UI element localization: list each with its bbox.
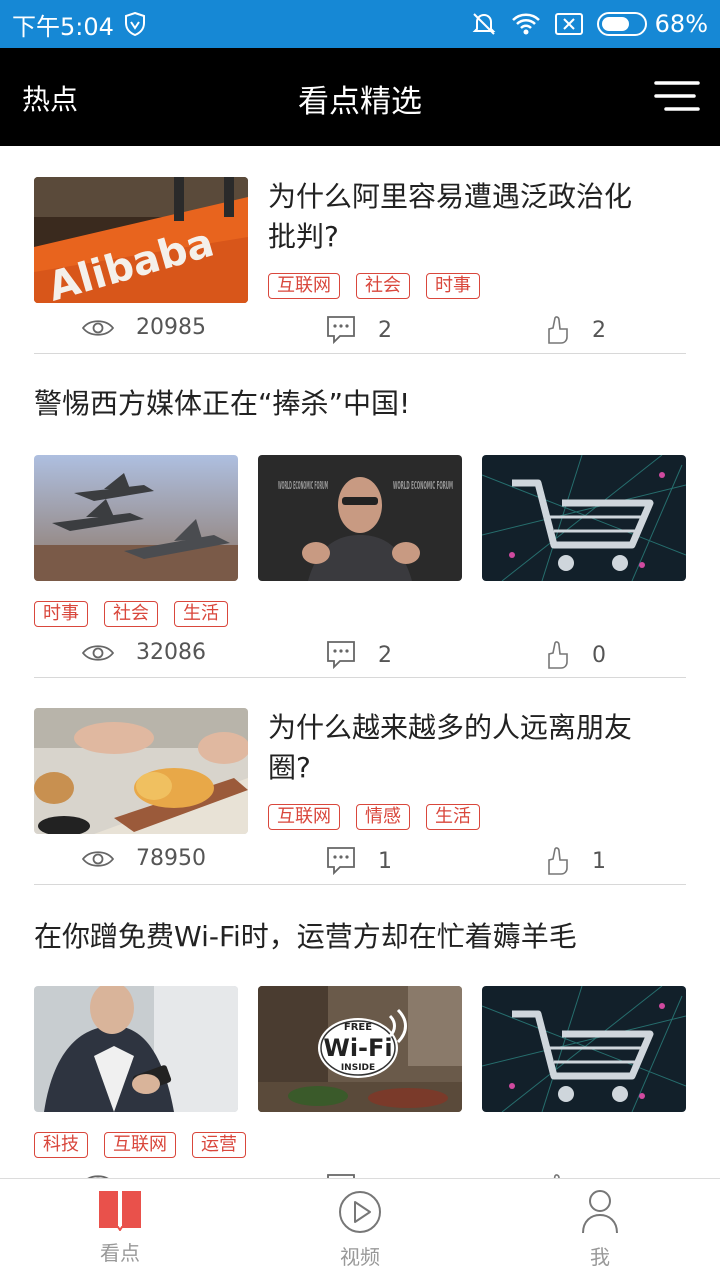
article-thumbnail[interactable] [482,455,686,581]
tag[interactable]: 运营 [192,1132,246,1158]
play-icon [339,1191,381,1233]
wifi-icon [511,13,540,35]
comment-count[interactable]: 2 [326,315,392,345]
article-stats: 32086 2 0 [34,640,686,670]
battery-percent: 68% [654,10,708,38]
divider [34,677,686,678]
article-title[interactable]: 为什么越来越多的人远离朋友 圈? [268,708,686,788]
tag[interactable]: 时事 [34,601,88,627]
nav-label: 视频 [340,1245,380,1269]
thumbs-up-icon [548,641,568,669]
nav-label: 看点 [100,1241,140,1265]
article-title[interactable]: 在你蹭免费Wi-Fi时，运营方却在忙着薅羊毛 [34,917,686,957]
person-icon [582,1190,618,1234]
like-count[interactable]: 0 [546,640,606,670]
article-card[interactable]: Alibaba 为什么阿里容易遭遇泛政治化 批判? 互联网 社会 时事 2098… [34,177,686,354]
article-thumbnail[interactable] [34,455,238,581]
tag-list: 科技 互联网 运营 [34,1132,246,1158]
menu-icon[interactable] [654,78,700,114]
view-count: 20985 [82,315,206,340]
no-sim-icon [554,13,583,35]
status-bar: 下午5:04 68% [0,0,720,48]
article-feed[interactable]: Alibaba 为什么阿里容易遭遇泛政治化 批判? 互联网 社会 时事 2098… [0,146,720,1178]
tag[interactable]: 生活 [174,601,228,627]
forum-text-right: WORLD ECONOMIC FORUM [393,479,453,492]
like-count[interactable]: 2 [546,315,606,345]
comment-icon [327,316,355,345]
thumbs-up-icon [548,847,568,875]
shield-icon [124,12,145,36]
comment-count[interactable]: 1 [326,846,392,876]
tag[interactable]: 互联网 [268,804,340,830]
tag[interactable]: 时事 [426,273,480,299]
battery-icon [596,12,647,36]
app-header: 热点 看点精选 [0,48,720,146]
eye-icon [82,850,114,867]
wifi-sign-bottom: INSIDE [341,1063,375,1073]
like-count[interactable]: 1 [546,846,606,876]
eye-icon [82,319,114,336]
article-stats: 78950 1 1 [34,846,686,876]
article-thumbnail[interactable] [34,986,238,1112]
battery-indicator: 68% [596,10,708,38]
article-title[interactable]: 为什么阿里容易遭遇泛政治化 批判? [268,177,686,257]
article-card[interactable]: 为什么越来越多的人远离朋友 圈? 互联网 情感 生活 78950 1 1 [34,708,686,885]
article-card[interactable]: 警惕西方媒体正在“捧杀”中国! WORLD ECONOMIC FORUM WOR… [34,354,686,678]
article-thumbnail[interactable] [482,986,686,1112]
nav-label: 我 [590,1245,610,1269]
thumbs-up-icon [548,316,568,344]
article-thumbnail[interactable]: FREE Wi-Fi INSIDE [258,986,462,1112]
view-count: 78950 [82,846,206,871]
tag-list: 互联网 情感 生活 [268,804,480,830]
comment-count[interactable]: 2 [326,640,392,670]
tag-list: 时事 社会 生活 [34,601,228,627]
wifi-sign-main: Wi-Fi [323,1034,392,1062]
article-stats: 20985 2 2 [34,315,686,345]
wifi-sign-top: FREE [344,1022,372,1033]
article-thumbnail[interactable]: WORLD ECONOMIC FORUM WORLD ECONOMIC FORU… [258,455,462,581]
eye-icon [82,644,114,661]
article-thumbnail[interactable]: Alibaba [34,177,248,303]
page-title: 看点精选 [298,84,422,120]
comment-icon [327,641,355,670]
bottom-nav: 看点 视频 我 [0,1178,720,1280]
nav-item-video[interactable]: 视频 [240,1179,480,1280]
nav-item-kandian[interactable]: 看点 [0,1179,240,1280]
view-count: 32086 [82,640,206,665]
mute-bell-icon [472,13,496,35]
tag[interactable]: 科技 [34,1132,88,1158]
comment-icon [327,847,355,876]
tag[interactable]: 生活 [426,804,480,830]
nav-item-me[interactable]: 我 [480,1179,720,1280]
book-icon [99,1191,141,1231]
tag[interactable]: 互联网 [104,1132,176,1158]
tag[interactable]: 互联网 [268,273,340,299]
tag[interactable]: 情感 [356,804,410,830]
status-time: 下午5:04 [12,12,114,41]
article-card[interactable]: 在你蹭免费Wi-Fi时，运营方却在忙着薅羊毛 FREE Wi-Fi INSIDE… [34,885,686,1178]
tag[interactable]: 社会 [104,601,158,627]
article-title[interactable]: 警惕西方媒体正在“捧杀”中国! [34,384,686,424]
tag-list: 互联网 社会 时事 [268,273,480,299]
forum-text-left: WORLD ECONOMIC FORUM [278,479,328,492]
article-thumbnail[interactable] [34,708,248,834]
tag[interactable]: 社会 [356,273,410,299]
